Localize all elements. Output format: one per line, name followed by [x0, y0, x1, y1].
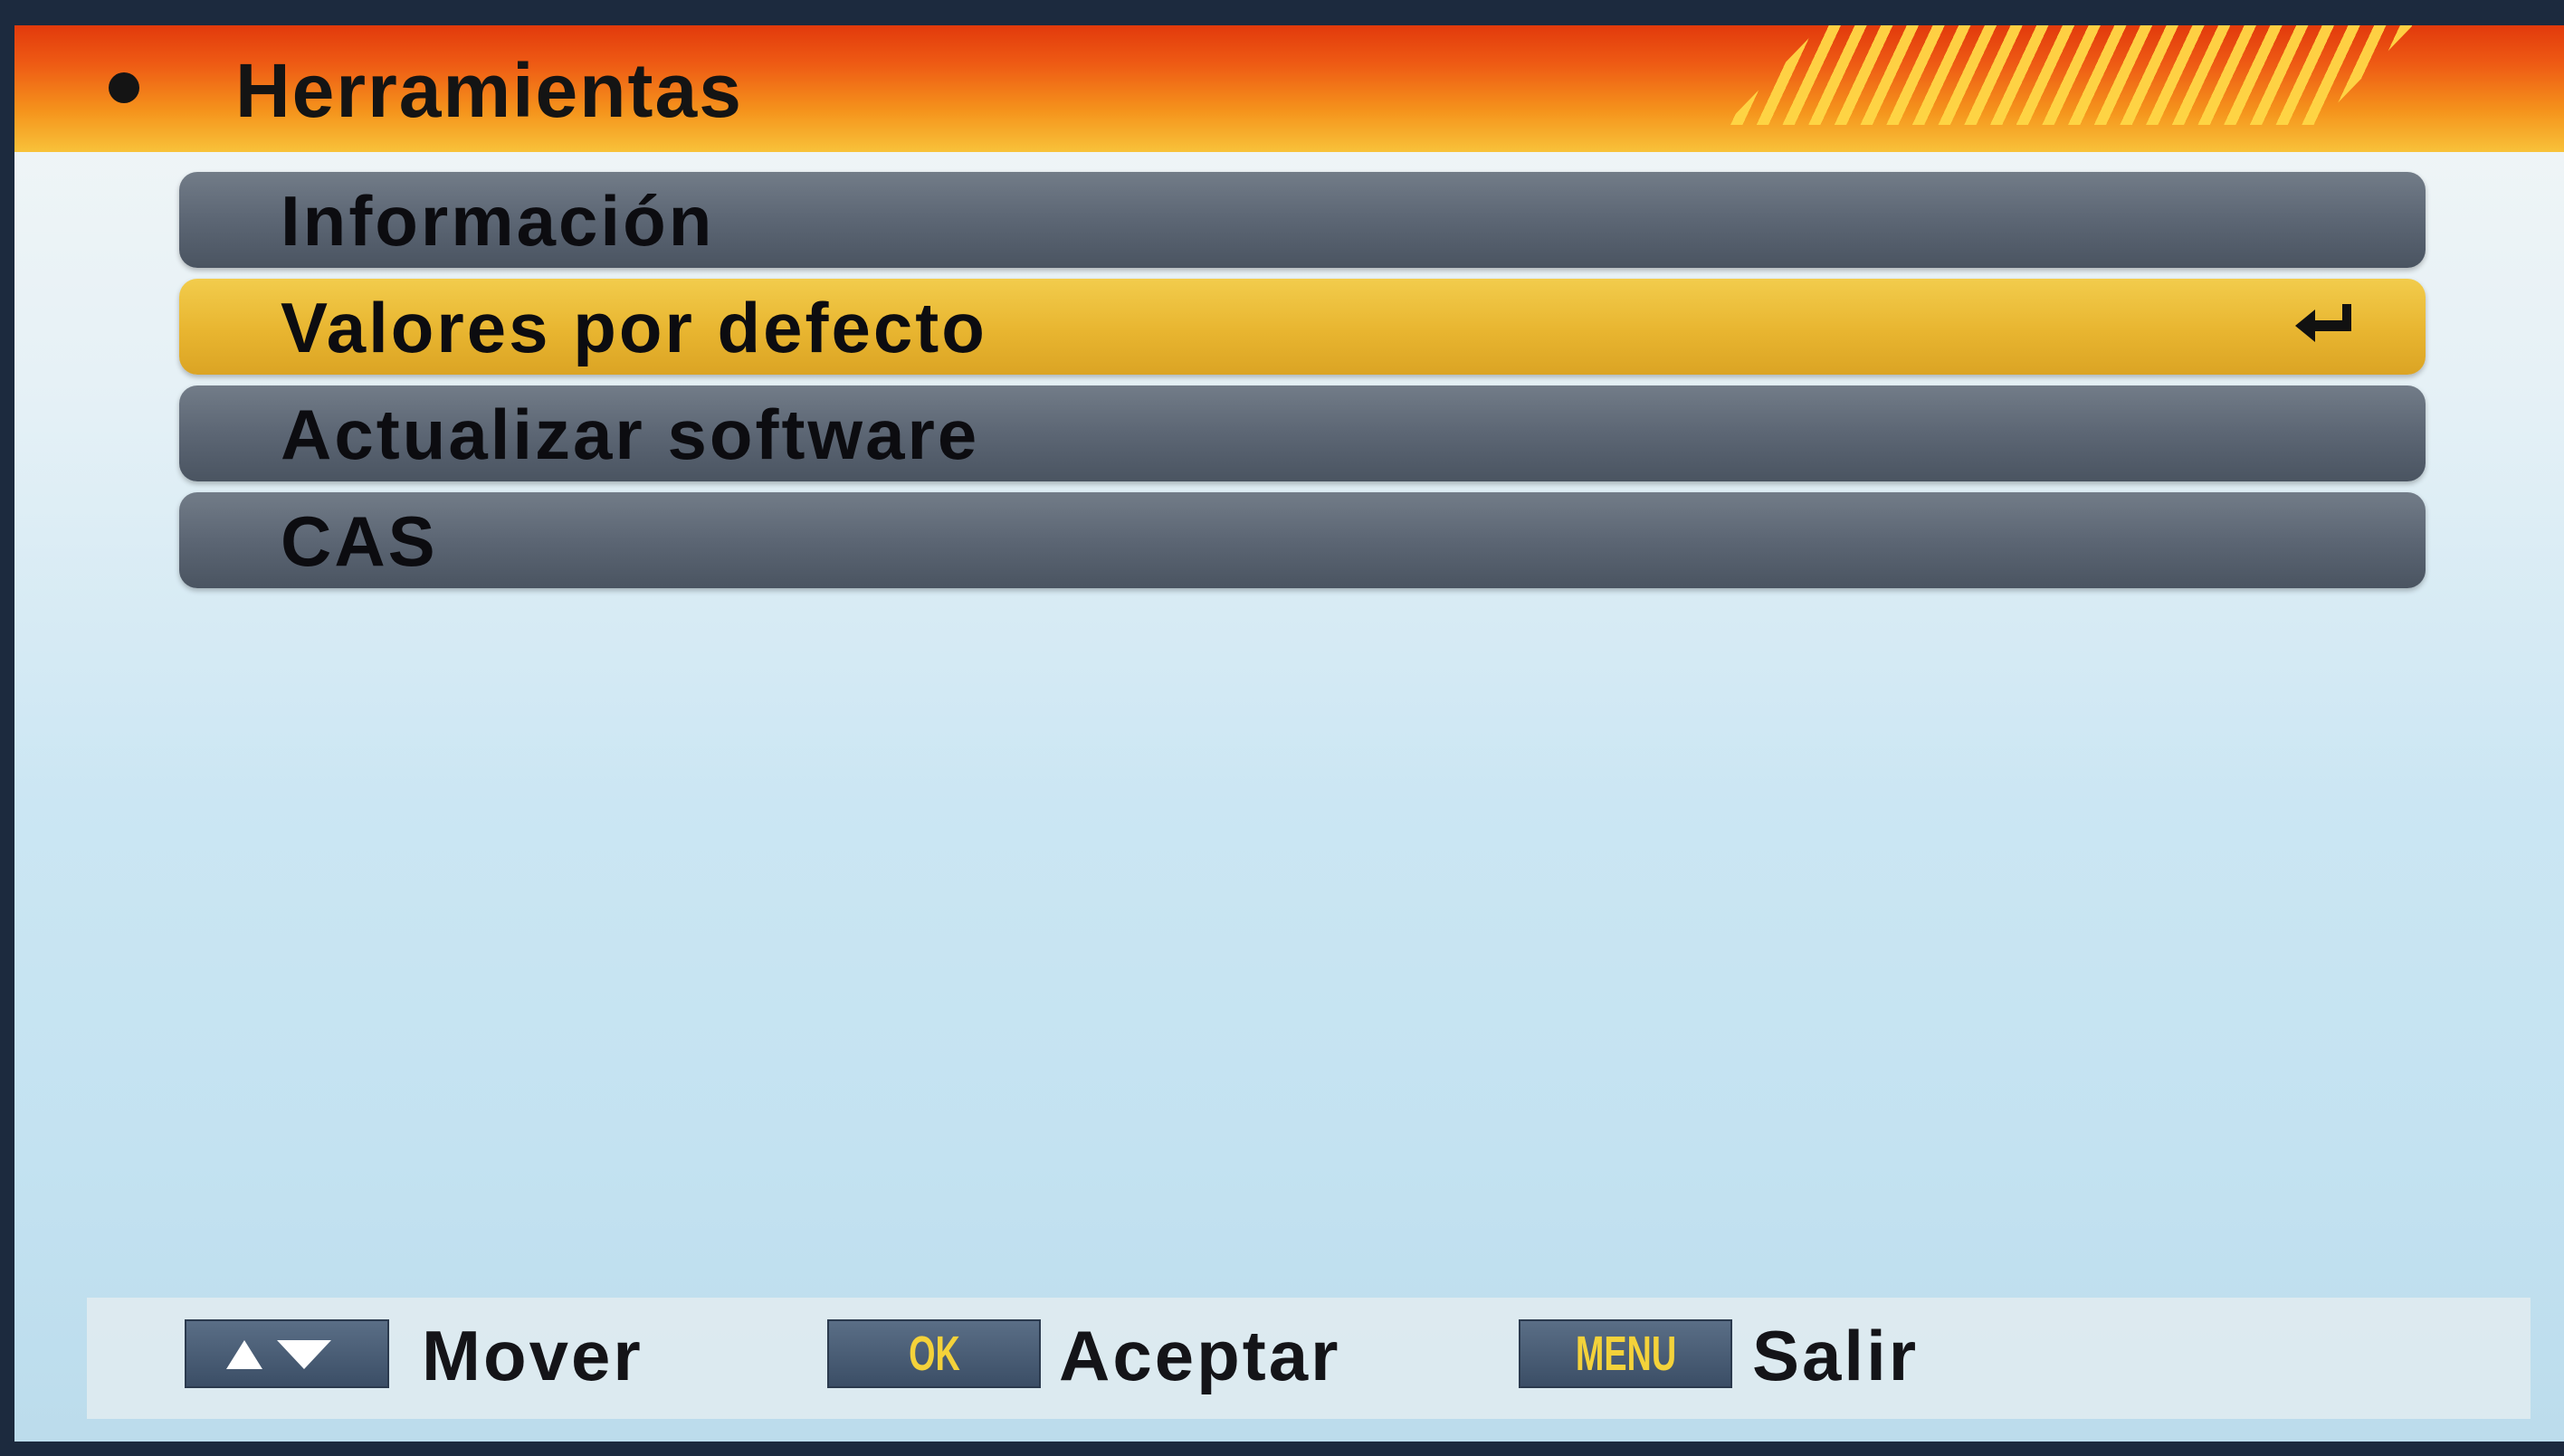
- enter-return-icon: [2295, 304, 2351, 342]
- ok-key-label: OK: [908, 1327, 960, 1381]
- tools-menu: Información Valores por defecto Actualiz…: [179, 172, 2426, 599]
- ok-key: OK: [827, 1319, 1041, 1388]
- bullet-icon: [109, 72, 139, 103]
- accept-hint: Aceptar: [1059, 1316, 1341, 1395]
- menu-item-label: Valores por defecto: [281, 288, 987, 367]
- move-hint: Mover: [422, 1316, 643, 1395]
- tv-screen: Herramientas Información Valores por def…: [14, 25, 2564, 1442]
- exit-hint: Salir: [1752, 1316, 1920, 1395]
- menu-item-cas[interactable]: CAS: [179, 492, 2426, 588]
- menu-item-actualizar-software[interactable]: Actualizar software: [179, 385, 2426, 481]
- menu-item-label: Información: [281, 181, 715, 261]
- help-bar: Mover OK Aceptar MENU Salir: [87, 1298, 2531, 1419]
- up-down-key: [185, 1319, 389, 1388]
- menu-item-label: Actualizar software: [281, 395, 980, 474]
- menu-key: MENU: [1519, 1319, 1732, 1388]
- menu-item-label: CAS: [281, 501, 438, 581]
- header-bar: Herramientas: [14, 25, 2564, 152]
- menu-item-informacion[interactable]: Información: [179, 172, 2426, 268]
- up-down-arrows-icon: [226, 1340, 331, 1369]
- menu-key-label: MENU: [1575, 1327, 1676, 1381]
- header-stripes-decoration: [1725, 25, 2413, 125]
- page-title: Herramientas: [235, 48, 743, 133]
- menu-item-valores-por-defecto[interactable]: Valores por defecto: [179, 279, 2426, 375]
